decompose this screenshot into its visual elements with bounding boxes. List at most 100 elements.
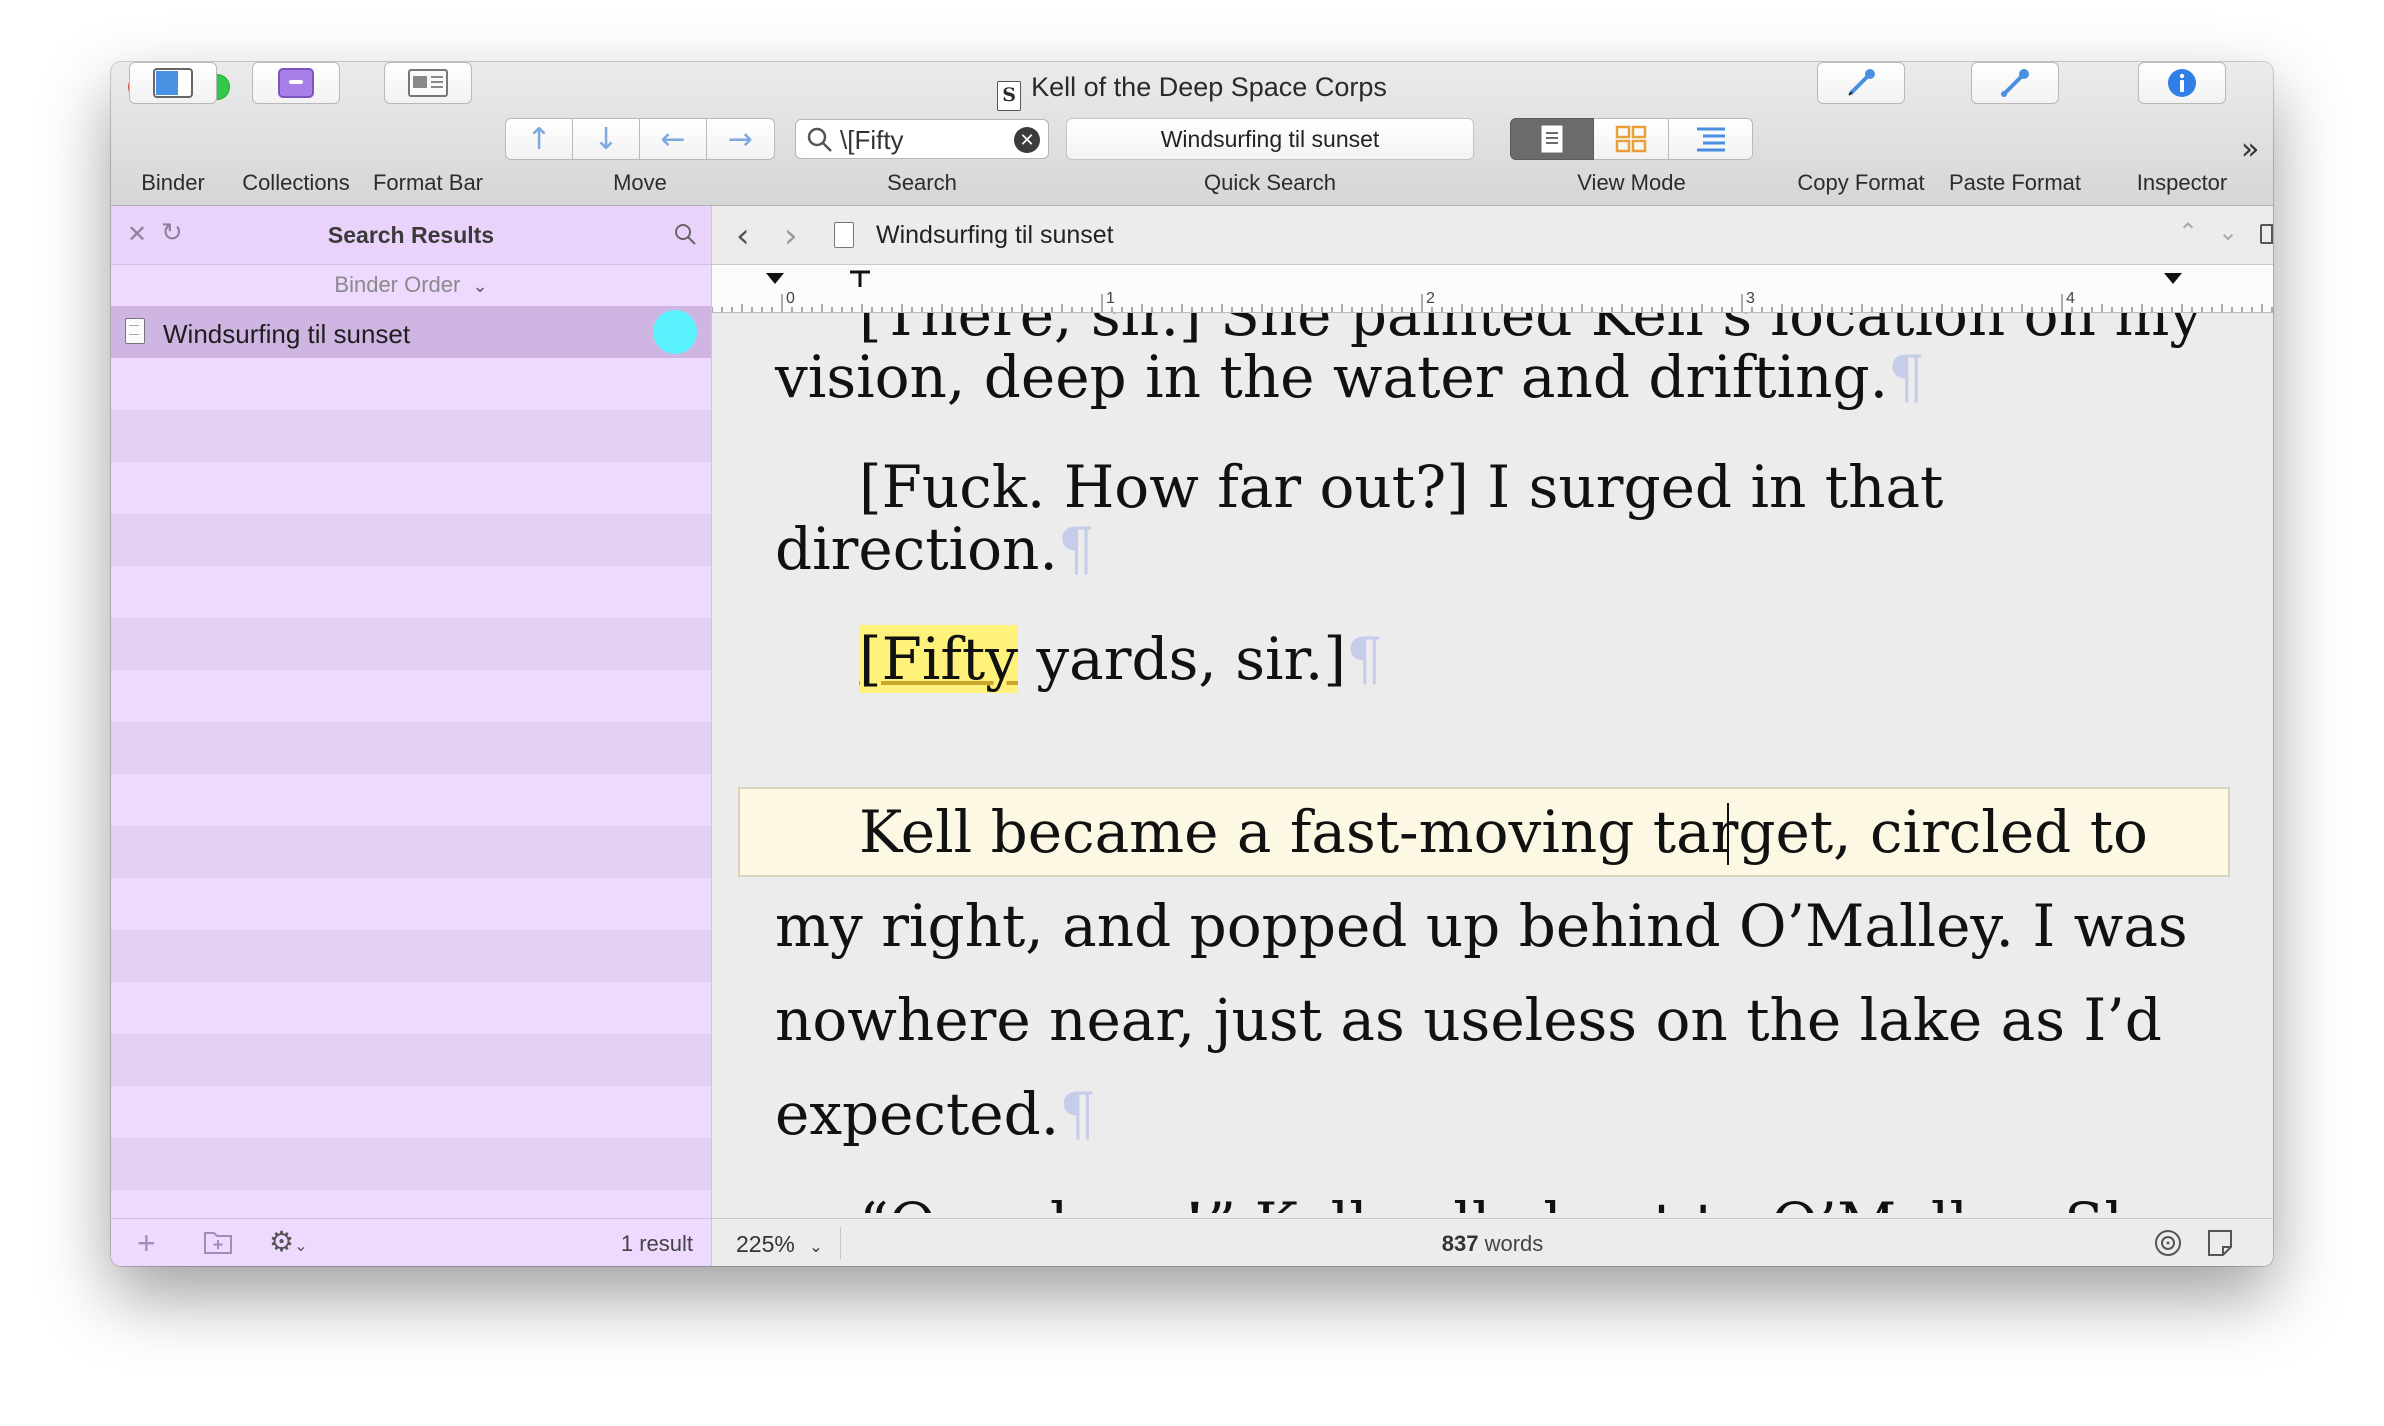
forward-arrow-icon[interactable]: › xyxy=(784,216,798,256)
right-indent-marker xyxy=(2164,273,2182,284)
format-bar-icon xyxy=(408,69,448,97)
copy-format-button[interactable] xyxy=(1817,62,1905,104)
search-icon[interactable] xyxy=(673,222,697,246)
sidebar-empty-row xyxy=(111,722,711,774)
move-label: Move xyxy=(613,170,667,195)
target-icon[interactable] xyxy=(2154,1229,2182,1257)
sidebar-empty-row xyxy=(111,670,711,722)
toolbar: S Kell of the Deep Space Corps Binder Col… xyxy=(111,62,2273,206)
text-line: direction.¶ xyxy=(775,515,1095,583)
document-icon xyxy=(125,318,145,344)
word-count: 837 words xyxy=(1441,1231,1544,1256)
editor-document-title[interactable]: Windsurfing til sunset xyxy=(876,221,1114,250)
move-left-button[interactable]: ← xyxy=(640,118,707,160)
notes-icon[interactable] xyxy=(2206,1229,2234,1257)
pilcrow-mark: ¶ xyxy=(1345,625,1383,693)
view-mode-label: View Mode xyxy=(1577,170,1686,195)
binder-icon xyxy=(153,68,193,98)
search-input[interactable] xyxy=(838,124,1002,156)
result-count: 1 result xyxy=(620,1231,693,1256)
ruler[interactable]: 0 1 2 3 4 xyxy=(711,265,2273,313)
editor-text-area[interactable]: [There, sir.] She painted Kell’s locatio… xyxy=(712,313,2273,1213)
outliner-icon xyxy=(1696,127,1725,152)
arrow-left-icon: ← xyxy=(660,121,686,157)
move-down-button[interactable]: ↓ xyxy=(573,118,640,160)
move-up-button[interactable]: ↑ xyxy=(505,118,573,160)
eyedropper-icon xyxy=(1848,69,1875,96)
toolbar-overflow-icon[interactable]: » xyxy=(2241,132,2259,167)
search-result-label: Windsurfing til sunset xyxy=(163,319,411,349)
text-line: expected.¶ xyxy=(775,1080,1097,1148)
move-right-button[interactable]: → xyxy=(707,118,775,160)
paste-format-button[interactable] xyxy=(1971,62,2059,104)
editor-footer: 225% ⌄ 837 words xyxy=(712,1218,2273,1266)
ruler-mark-label: 3 xyxy=(1746,290,1755,307)
ruler-mark-label: 0 xyxy=(786,290,795,307)
paste-format-label: Paste Format xyxy=(1948,170,2082,195)
ruler-mark-label: 2 xyxy=(1426,290,1435,307)
search-result-item[interactable]: Windsurfing til sunset xyxy=(111,306,711,358)
text-caret xyxy=(1727,803,1729,865)
binder-label: Binder xyxy=(141,170,205,195)
next-document-icon[interactable]: ⌄ xyxy=(2218,218,2238,246)
text-line: Kell became a fast-moving target, circle… xyxy=(859,798,2148,866)
left-indent-marker xyxy=(766,273,784,284)
move-control: ↑ ↓ ← → xyxy=(505,118,775,160)
ruler-scale: 0 1 2 3 4 xyxy=(711,270,2273,312)
sidebar-empty-row xyxy=(111,1138,711,1190)
first-line-indent-marker xyxy=(850,270,870,287)
document-icon xyxy=(834,222,854,248)
view-mode-control xyxy=(1510,118,1753,160)
search-icon xyxy=(807,127,832,152)
quick-search-field[interactable]: Windsurfing til sunset xyxy=(1066,118,1474,160)
sidebar-empty-row xyxy=(111,878,711,930)
add-icon[interactable]: + xyxy=(137,1225,156,1262)
add-folder-icon[interactable] xyxy=(203,1229,233,1255)
search-label: Search xyxy=(887,170,957,195)
sort-order-dropdown[interactable]: Binder Order ⌄ xyxy=(111,272,711,298)
collections-icon xyxy=(278,68,314,98)
split-editor-icon[interactable] xyxy=(2260,224,2273,244)
corkboard-icon xyxy=(1615,125,1647,153)
search-field: ✕ xyxy=(795,119,1049,159)
back-arrow-icon[interactable]: ‹ xyxy=(736,216,750,256)
scrivener-document-icon: S xyxy=(997,81,1022,111)
sidebar-empty-row xyxy=(111,358,711,410)
search-results-sidebar: ✕ ↻ Search Results Binder Order ⌄ Windsu… xyxy=(111,206,712,1266)
view-mode-corkboard-button[interactable] xyxy=(1594,118,1669,160)
chevron-down-icon: ⌄ xyxy=(472,276,488,296)
clear-search-icon[interactable]: ✕ xyxy=(1014,127,1040,153)
format-bar-button[interactable] xyxy=(384,62,472,104)
view-mode-scrivenings-button[interactable] xyxy=(1510,118,1594,160)
text-line: vision, deep in the water and drifting.¶ xyxy=(775,343,1925,411)
ruler-mark-label: 4 xyxy=(2066,290,2075,307)
gear-icon[interactable]: ⚙⌄ xyxy=(269,1225,308,1258)
sidebar-empty-row xyxy=(111,514,711,566)
sidebar-empty-row xyxy=(111,930,711,982)
inspector-button[interactable] xyxy=(2138,62,2226,104)
collections-label: Collections xyxy=(242,170,350,195)
sidebar-title: Search Results xyxy=(327,222,495,248)
ruler-mark-label: 1 xyxy=(1106,290,1115,307)
text-line: “Over here!” Kell yelled out to O’Malley… xyxy=(859,1177,2273,1213)
sidebar-empty-row xyxy=(111,982,711,1034)
label-color-dot xyxy=(653,310,697,354)
pilcrow-mark: ¶ xyxy=(1059,1080,1097,1148)
collections-button[interactable] xyxy=(252,62,340,104)
text-line: [Fifty yards, sir.]¶ xyxy=(859,625,1383,693)
previous-document-icon[interactable]: ⌃ xyxy=(2178,218,2198,246)
binder-button[interactable] xyxy=(129,62,217,104)
search-match-highlight: [Fifty xyxy=(859,625,1018,693)
sidebar-footer: + ⚙⌄ 1 result xyxy=(111,1218,711,1266)
copy-format-label: Copy Format xyxy=(1797,170,1925,195)
editor-header: ‹ › Windsurfing til sunset ⌃ ⌄ xyxy=(712,206,2273,265)
pilcrow-mark: ¶ xyxy=(1057,515,1095,583)
sidebar-row-stripes xyxy=(111,306,711,1206)
sidebar-empty-row xyxy=(111,774,711,826)
quick-search-label: Quick Search xyxy=(1203,170,1337,195)
arrow-right-icon: → xyxy=(727,121,754,157)
view-mode-outliner-button[interactable] xyxy=(1669,118,1753,160)
sidebar-empty-row xyxy=(111,566,711,618)
text-line: nowhere near, just as useless on the lak… xyxy=(775,986,2162,1054)
sidebar-empty-row xyxy=(111,1086,711,1138)
